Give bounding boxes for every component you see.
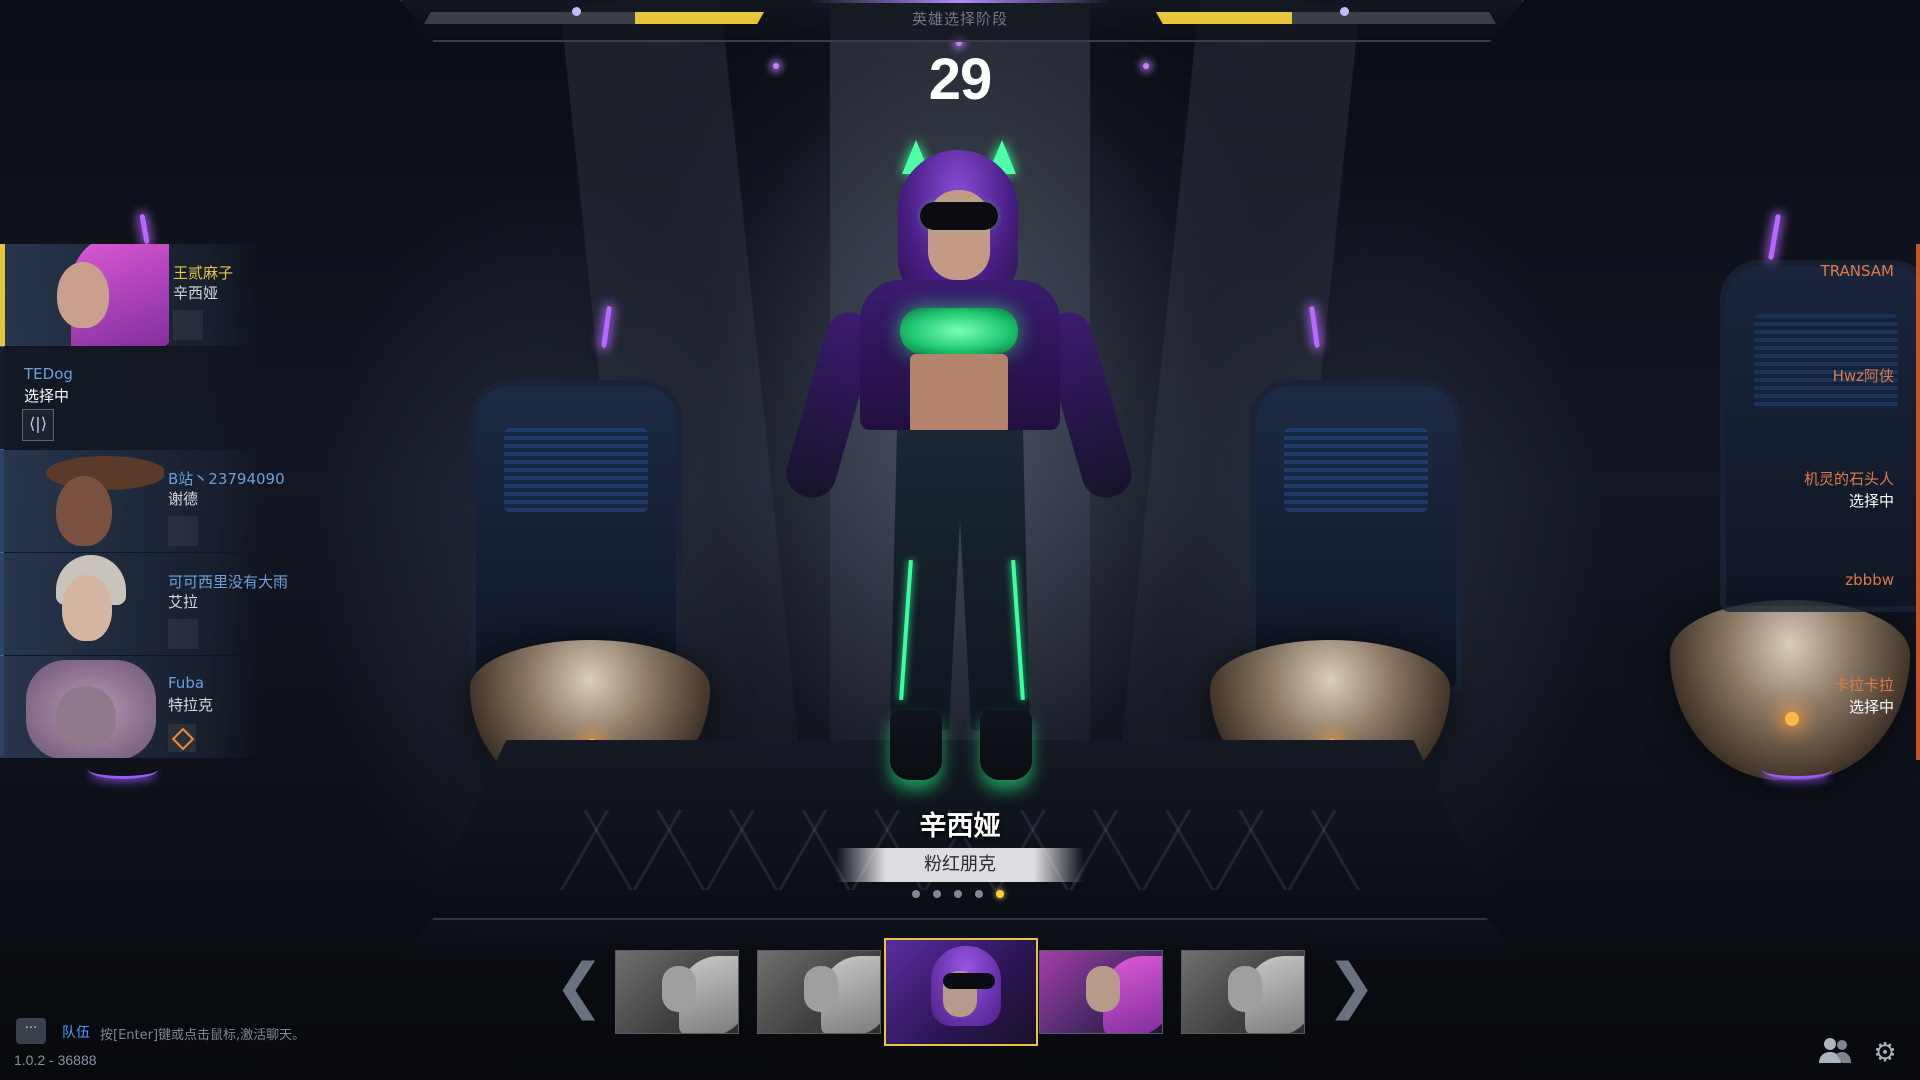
selected-skin-name: 粉红朋克 — [836, 848, 1084, 882]
hero-name: 辛西娅 — [173, 284, 219, 302]
ally-progress-bar — [424, 12, 764, 24]
hero-visor — [920, 202, 998, 230]
skin-page-dot[interactable] — [933, 890, 941, 898]
hero-boot — [980, 710, 1032, 780]
ally-player-row[interactable]: Fuba 特拉克 — [0, 656, 260, 758]
spark — [773, 63, 779, 69]
skin-page-dot[interactable] — [996, 890, 1004, 898]
picking-status: 选择中 — [24, 387, 70, 405]
enemy-status: 选择中 — [1848, 698, 1894, 716]
player-name: B站丶23794090 — [168, 470, 285, 488]
enemy-player-row: Hwz阿侠 — [1660, 347, 1920, 450]
enemy-player-row: zbbbw — [1660, 553, 1920, 656]
empty-slot — [168, 619, 198, 649]
rune-ring — [1762, 760, 1832, 779]
skin-thumbnail[interactable] — [757, 950, 881, 1034]
enemy-player-row: 卡拉卡拉 选择中 — [1660, 656, 1920, 759]
gear-icon[interactable]: ⚙ — [1868, 1036, 1902, 1070]
top-dot — [572, 7, 581, 16]
ally-progress-fill — [634, 12, 764, 24]
chat-bubble-icon[interactable]: ··· — [16, 1018, 46, 1044]
diamond-icon[interactable] — [168, 724, 196, 752]
skin-page-dot[interactable] — [912, 890, 920, 898]
hero-portrait — [11, 244, 169, 346]
player-name: 王贰麻子 — [173, 264, 234, 282]
ally-player-row[interactable]: B站丶23794090 谢德 — [0, 450, 285, 552]
empty-slot — [173, 310, 203, 340]
friends-icon[interactable] — [1818, 1036, 1852, 1070]
enemy-progress-fill — [1156, 12, 1292, 24]
enemy-player-row: 机灵的石头人 选择中 — [1660, 450, 1920, 553]
ally-player-row[interactable]: 可可西里没有大雨 艾拉 — [0, 553, 288, 655]
chat-hint[interactable]: 按[Enter]键或点击鼠标,激活聊天。 — [100, 1024, 305, 1043]
enemy-progress-bar — [1156, 12, 1496, 24]
hero-name: 谢德 — [168, 490, 199, 508]
hero-portrait — [6, 656, 164, 758]
skin-thumbnail-selected[interactable] — [884, 938, 1038, 1046]
phase-label: 英雄选择阶段 — [911, 10, 1008, 28]
skin-page-indicator — [912, 890, 1012, 900]
enemy-player-name: TRANSAM — [1820, 262, 1894, 280]
enemy-player-name: 卡拉卡拉 — [1833, 676, 1894, 694]
hero-portrait — [6, 450, 164, 552]
player-name: 可可西里没有大雨 — [168, 573, 289, 591]
empty-slot — [168, 516, 198, 546]
chat-channel[interactable]: 队伍 — [62, 1022, 90, 1042]
enemy-player-row: TRANSAM — [1660, 244, 1920, 347]
top-center-accent — [808, 0, 1112, 3]
rune-ring — [88, 760, 158, 779]
enemy-status: 选择中 — [1848, 492, 1894, 510]
countdown-timer: 29 — [928, 47, 993, 112]
skin-page-dot[interactable] — [954, 890, 962, 898]
player-name: TEDog — [24, 365, 73, 383]
enemy-player-name: 机灵的石头人 — [1803, 470, 1894, 488]
swap-icon[interactable]: ⟨|⟩ — [22, 409, 54, 441]
skin-thumbnail[interactable] — [1181, 950, 1305, 1034]
hero-name: 特拉克 — [168, 696, 214, 714]
next-skin-arrow[interactable]: ❯ — [1326, 956, 1376, 1018]
enemy-player-name: Hwz阿侠 — [1832, 367, 1894, 385]
spark — [1143, 63, 1149, 69]
version-label: 1.0.2 - 36888 — [14, 1052, 97, 1068]
hero-portrait — [6, 553, 164, 655]
enemy-player-name: zbbbw — [1845, 571, 1894, 589]
ally-team-list: 王贰麻子 辛西娅 TEDog 选择中 ⟨|⟩ B站丶23794090 谢德 可可… — [0, 244, 288, 759]
ally-player-row[interactable]: 王贰麻子 辛西娅 — [0, 244, 260, 346]
skin-thumbnail[interactable] — [615, 950, 739, 1034]
hero-torso — [910, 354, 1008, 434]
hero-top — [900, 308, 1018, 354]
ally-player-row[interactable]: TEDog 选择中 ⟨|⟩ — [0, 347, 260, 449]
prev-skin-arrow[interactable]: ❮ — [554, 956, 604, 1018]
top-dot — [1340, 7, 1349, 16]
skin-thumbnail[interactable] — [1039, 950, 1163, 1034]
selected-hero-name: 辛西娅 — [919, 811, 1001, 842]
enemy-team-list: TRANSAM Hwz阿侠 机灵的石头人 选择中 zbbbw 卡拉卡拉 选择中 — [1660, 244, 1920, 759]
hero-model — [770, 130, 1150, 830]
skin-page-dot[interactable] — [975, 890, 983, 898]
player-name: Fuba — [168, 674, 205, 692]
hero-boot — [890, 710, 942, 780]
hero-name: 艾拉 — [168, 593, 199, 611]
